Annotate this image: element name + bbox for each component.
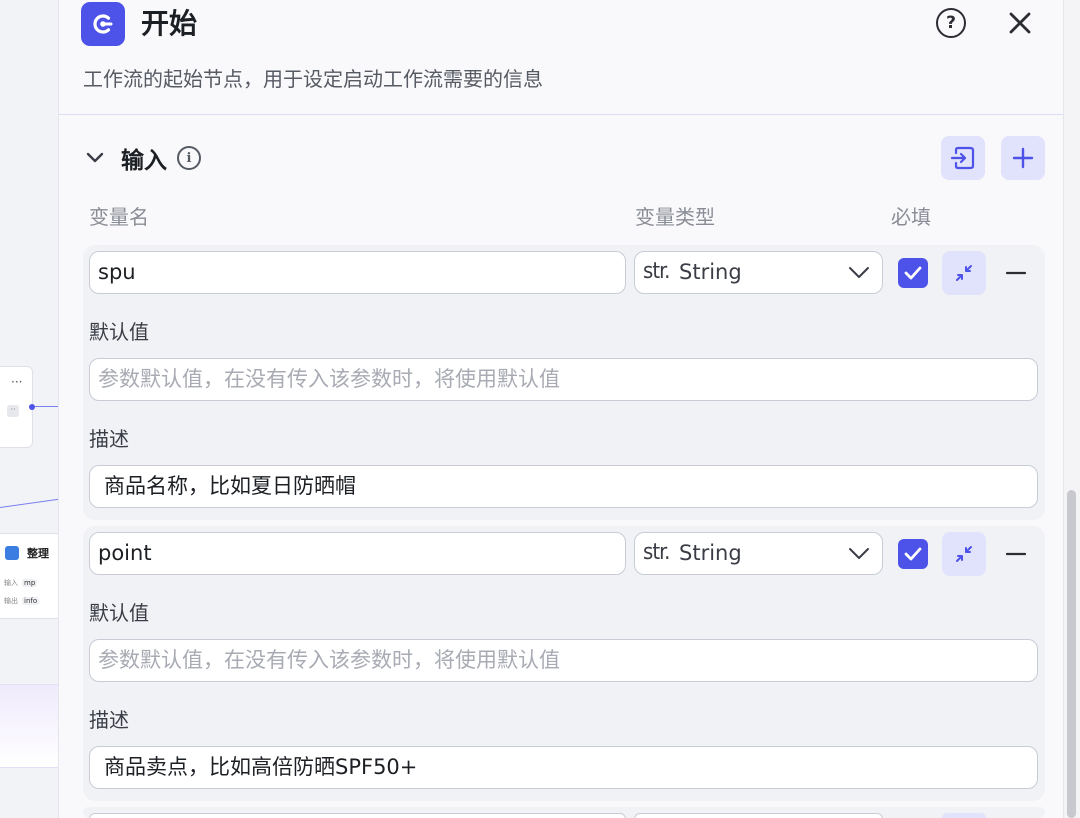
info-icon[interactable]: i [177,146,201,170]
start-node-panel: 开始 ? 工作流的起始节点，用于设定启动工作流需要的信息 输入 i 变量名 变量… [58,0,1064,818]
required-checkbox[interactable] [898,258,928,288]
import-variables-button[interactable] [941,136,985,180]
description-input[interactable]: 商品卖点，比如高倍防晒SPF50+ [89,746,1038,789]
description-label: 描述 [89,427,129,451]
collapse-icon[interactable] [942,813,986,818]
node-chip-icon: ·· [7,405,19,417]
column-header-required: 必填 [891,205,931,229]
default-value-label: 默认值 [89,601,149,625]
type-prefix: str. [643,259,670,284]
variable-type-select[interactable]: str. String [634,532,883,575]
column-header-type: 变量类型 [635,205,715,229]
remove-variable-button[interactable] [1001,258,1031,288]
scrollbar[interactable] [1067,490,1076,818]
close-icon[interactable] [1003,6,1037,40]
input-section-header: 输入 i [83,138,201,178]
add-variable-button[interactable] [1001,136,1045,180]
canvas-node[interactable]: 整理 输入 mp 输出 info [0,533,62,619]
collapse-icon[interactable] [942,532,986,576]
variable-type-select[interactable] [634,813,883,818]
variable-card: point str. String 默认值 参数默认值，在没有传入该参数时，将使… [83,526,1045,801]
variable-type-select[interactable]: str. String [634,251,883,294]
chevron-down-icon [849,548,869,559]
type-value: String [679,260,742,284]
type-prefix: str. [643,540,670,565]
default-value-label: 默认值 [89,320,149,344]
default-value-input[interactable]: 参数默认值，在没有传入该参数时，将使用默认值 [89,639,1038,682]
more-icon: ··· [11,375,23,389]
column-header-name: 变量名 [89,205,149,229]
node-port[interactable] [29,404,35,410]
start-node-icon [81,2,125,46]
panel-title: 开始 [141,7,198,40]
description-label: 描述 [89,708,129,732]
variable-name-input[interactable]: spu [89,251,626,294]
help-icon[interactable]: ? [936,8,966,38]
panel-description: 工作流的起始节点，用于设定启动工作流需要的信息 [83,67,543,91]
panel-header: 开始 ? 工作流的起始节点，用于设定启动工作流需要的信息 [59,0,1063,115]
variable-name-input[interactable] [89,813,626,818]
variable-name-input[interactable]: point [89,532,626,575]
node-output-row: 输出 info [4,597,40,605]
description-input[interactable]: 商品名称，比如夏日防晒帽 [89,465,1038,508]
collapse-icon[interactable] [942,251,986,295]
connection-line [35,406,60,407]
chevron-down-icon[interactable] [83,146,107,170]
remove-variable-button[interactable] [1001,539,1031,569]
default-value-input[interactable]: 参数默认值，在没有传入该参数时，将使用默认值 [89,358,1038,401]
node-input-row: 输入 mp [4,579,38,587]
node-type-icon [5,546,19,560]
type-value: String [679,541,742,565]
variable-card: spu str. String 默认值 参数默认值，在没有传入该参数时，将使用默… [83,245,1045,520]
node-title: 整理 [27,547,49,560]
chevron-down-icon [849,267,869,278]
canvas-node[interactable] [0,684,62,768]
section-title: 输入 [121,148,167,174]
variable-card [83,807,1045,818]
required-checkbox[interactable] [898,539,928,569]
